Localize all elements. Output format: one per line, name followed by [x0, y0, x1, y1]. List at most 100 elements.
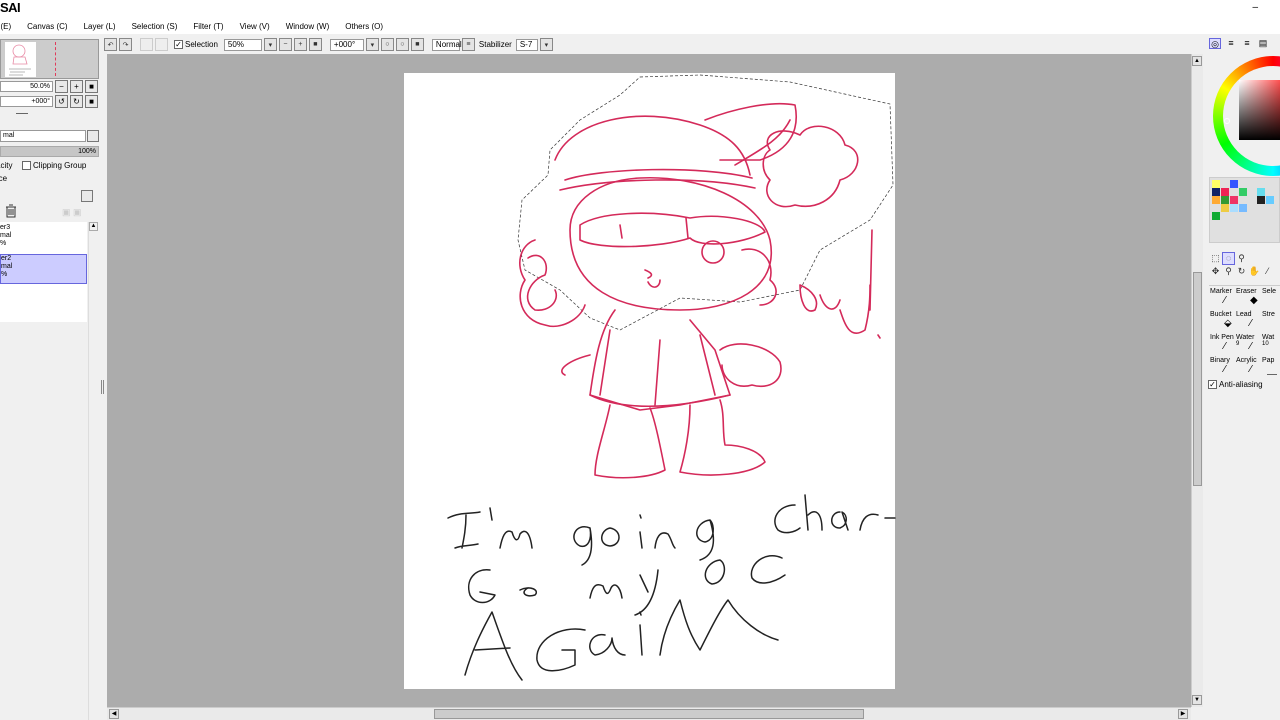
- zoom-icon[interactable]: ⚲: [1222, 265, 1235, 278]
- minimize-button[interactable]: –: [1252, 2, 1258, 13]
- rotate-left-button[interactable]: ○: [380, 38, 394, 51]
- panel-divider-handle[interactable]: [101, 380, 104, 394]
- color-swatch[interactable]: [1257, 196, 1265, 204]
- canvas-blend-field[interactable]: Normal: [431, 38, 462, 51]
- brush-tool-binary[interactable]: Binary ⁄: [1210, 357, 1236, 380]
- anti-aliasing-toggle[interactable]: ✓ Anti-aliasing: [1208, 380, 1263, 389]
- rotate-icon[interactable]: ↻: [1235, 265, 1248, 278]
- rgb-slider-tab-icon[interactable]: ≡: [1225, 38, 1237, 49]
- menu-selection[interactable]: Selection (S): [124, 22, 186, 31]
- magic-wand-icon[interactable]: ⚲: [1235, 252, 1248, 265]
- rotate-reset-button[interactable]: ■: [410, 38, 424, 51]
- color-swatch[interactable]: [1239, 204, 1247, 212]
- brush-tool-water[interactable]: Water 9 ⁄: [1236, 334, 1262, 357]
- scroll-down-arrow-icon[interactable]: ▼: [1192, 695, 1202, 705]
- selection-toggle[interactable]: ✓ Selection: [174, 40, 218, 49]
- menu-window[interactable]: Window (W): [278, 22, 338, 31]
- selection-checkbox[interactable]: ✓: [174, 40, 183, 49]
- color-swatch[interactable]: [1230, 204, 1238, 212]
- panel-splitter[interactable]: [16, 113, 28, 114]
- canvas-viewport[interactable]: [107, 54, 1191, 707]
- brush-tool-eraser[interactable]: Eraser ◆: [1236, 288, 1262, 311]
- color-swatch[interactable]: [1221, 196, 1229, 204]
- menu-canvas[interactable]: Canvas (C): [19, 22, 75, 31]
- rotate-right-button[interactable]: ○: [395, 38, 409, 51]
- redo-button[interactable]: ↷: [119, 38, 132, 51]
- brush-tool-sele[interactable]: Sele: [1262, 288, 1280, 311]
- layer-blend-mode-field[interactable]: mal: [0, 130, 86, 142]
- navigator-zoom-in-button[interactable]: +: [70, 80, 83, 93]
- invert-selection-button[interactable]: [155, 38, 168, 51]
- rect-select-icon[interactable]: ⬚: [1209, 252, 1222, 265]
- brush-tool-stre[interactable]: Stre: [1262, 311, 1280, 334]
- undo-button[interactable]: ↶: [104, 38, 117, 51]
- zoom-dropdown-button[interactable]: ▾: [263, 38, 277, 51]
- canvas-vertical-scrollbar[interactable]: ▲ ▼: [1191, 54, 1203, 707]
- navigator-preview[interactable]: [0, 39, 99, 79]
- scroll-up-arrow-icon[interactable]: ▲: [89, 222, 98, 231]
- stabilizer-dropdown-button[interactable]: ▾: [539, 38, 553, 51]
- brush-tool-pap[interactable]: Pap: [1262, 357, 1280, 380]
- rotation-dropdown-button[interactable]: ▾: [365, 38, 379, 51]
- layer-item-selected[interactable]: er2 mal %: [0, 254, 87, 284]
- lasso-icon[interactable]: ◌: [1222, 252, 1235, 265]
- color-wheel[interactable]: [1213, 56, 1280, 176]
- horizontal-scroll-thumb[interactable]: [434, 709, 864, 719]
- rotation-field[interactable]: +000°: [329, 38, 364, 51]
- brush-tool-bucket[interactable]: Bucket ⬙: [1210, 311, 1236, 334]
- layer-blend-dropdown-button[interactable]: [87, 130, 99, 142]
- clipping-group-toggle[interactable]: Clipping Group: [22, 161, 86, 170]
- navigator-rotate-reset-button[interactable]: ■: [85, 95, 98, 108]
- color-swatch[interactable]: [1230, 180, 1238, 188]
- brush-tool-ink-pen[interactable]: Ink Pen ⁄: [1210, 334, 1236, 357]
- vertical-scroll-thumb[interactable]: [1193, 272, 1202, 486]
- move-icon[interactable]: ✥: [1209, 265, 1222, 278]
- navigator-zoom-field[interactable]: 50.0%: [0, 81, 53, 92]
- layer-opacity-slider[interactable]: 100%: [0, 146, 99, 157]
- color-swatch[interactable]: [1212, 188, 1220, 196]
- navigator-rotate-left-button[interactable]: ↺: [55, 95, 68, 108]
- saturation-value-square[interactable]: [1239, 80, 1280, 140]
- color-swatch[interactable]: [1221, 204, 1229, 212]
- new-layer-set-button[interactable]: [81, 190, 93, 202]
- trash-icon[interactable]: [5, 204, 17, 218]
- navigator-rotate-right-button[interactable]: ↻: [70, 95, 83, 108]
- menu-filter[interactable]: Filter (T): [185, 22, 231, 31]
- zoom-out-button[interactable]: −: [278, 38, 292, 51]
- navigator-rotation-field[interactable]: +000°: [0, 96, 53, 107]
- brush-tool-lead[interactable]: Lead ⁄: [1236, 311, 1262, 334]
- color-swatch[interactable]: [1212, 180, 1220, 188]
- menu-edit[interactable]: t (E): [0, 22, 19, 31]
- color-swatch[interactable]: [1230, 196, 1238, 204]
- navigator-zoom-out-button[interactable]: −: [55, 80, 68, 93]
- scroll-up-arrow-icon[interactable]: ▲: [1192, 56, 1202, 66]
- clipping-group-checkbox[interactable]: [22, 161, 31, 170]
- navigator-zoom-reset-button[interactable]: ■: [85, 80, 98, 93]
- brush-tool-marker[interactable]: Marker ⁄: [1210, 288, 1236, 311]
- layer-item[interactable]: er3 mal %: [0, 224, 87, 254]
- hand-icon[interactable]: ✋: [1248, 265, 1261, 278]
- eyedropper-icon[interactable]: ⁄: [1261, 265, 1274, 278]
- layer-list-scrollbar[interactable]: ▲: [88, 222, 98, 720]
- brush-tool-acrylic[interactable]: Acrylic ⁄: [1236, 357, 1262, 380]
- menu-layer[interactable]: Layer (L): [76, 22, 124, 31]
- stabilizer-field[interactable]: S-7: [515, 38, 538, 51]
- menu-view[interactable]: View (V): [232, 22, 278, 31]
- swatch-tab-icon[interactable]: ▤: [1257, 38, 1269, 49]
- color-swatch[interactable]: [1266, 196, 1274, 204]
- color-swatch[interactable]: [1221, 188, 1229, 196]
- color-swatch[interactable]: [1212, 212, 1220, 220]
- flip-button[interactable]: ≡: [461, 38, 475, 51]
- anti-aliasing-checkbox[interactable]: ✓: [1208, 380, 1217, 389]
- zoom-in-button[interactable]: +: [293, 38, 307, 51]
- color-swatch[interactable]: [1257, 188, 1265, 196]
- color-swatch[interactable]: [1239, 188, 1247, 196]
- color-swatch[interactable]: [1212, 196, 1220, 204]
- zoom-reset-button[interactable]: ■: [308, 38, 322, 51]
- deselect-button[interactable]: [140, 38, 153, 51]
- scroll-right-arrow-icon[interactable]: ▶: [1178, 709, 1188, 719]
- scroll-left-arrow-icon[interactable]: ◀: [109, 709, 119, 719]
- canvas-horizontal-scrollbar[interactable]: ◀ ▶: [107, 707, 1191, 720]
- hsv-slider-tab-icon[interactable]: ≡: [1241, 38, 1253, 49]
- zoom-field[interactable]: 50%: [223, 38, 262, 51]
